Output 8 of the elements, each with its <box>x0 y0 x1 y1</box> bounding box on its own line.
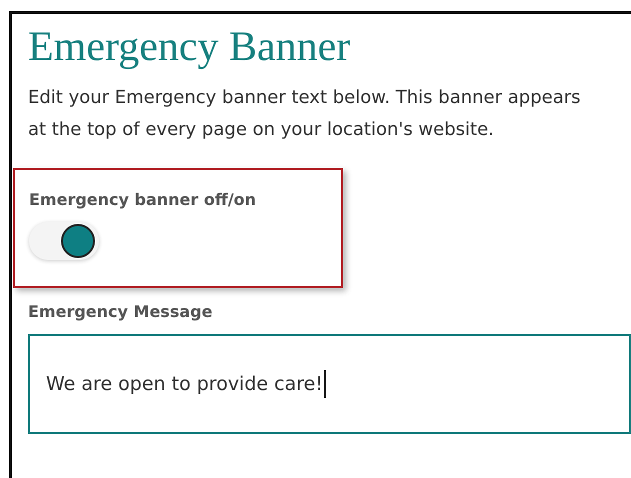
toggle-label: Emergency banner off/on <box>29 189 256 211</box>
message-field[interactable]: We are open to provide care! <box>28 334 631 434</box>
message-text: We are open to provide care! <box>46 370 326 398</box>
message-label: Emergency Message <box>28 301 212 323</box>
toggle-knob <box>61 224 95 258</box>
page-title: Emergency Banner <box>28 23 350 72</box>
description-text: Edit your Emergency banner text below. This banner appears at the top of every page on your location's website. <box>28 86 582 142</box>
toggle-switch[interactable] <box>29 222 99 260</box>
